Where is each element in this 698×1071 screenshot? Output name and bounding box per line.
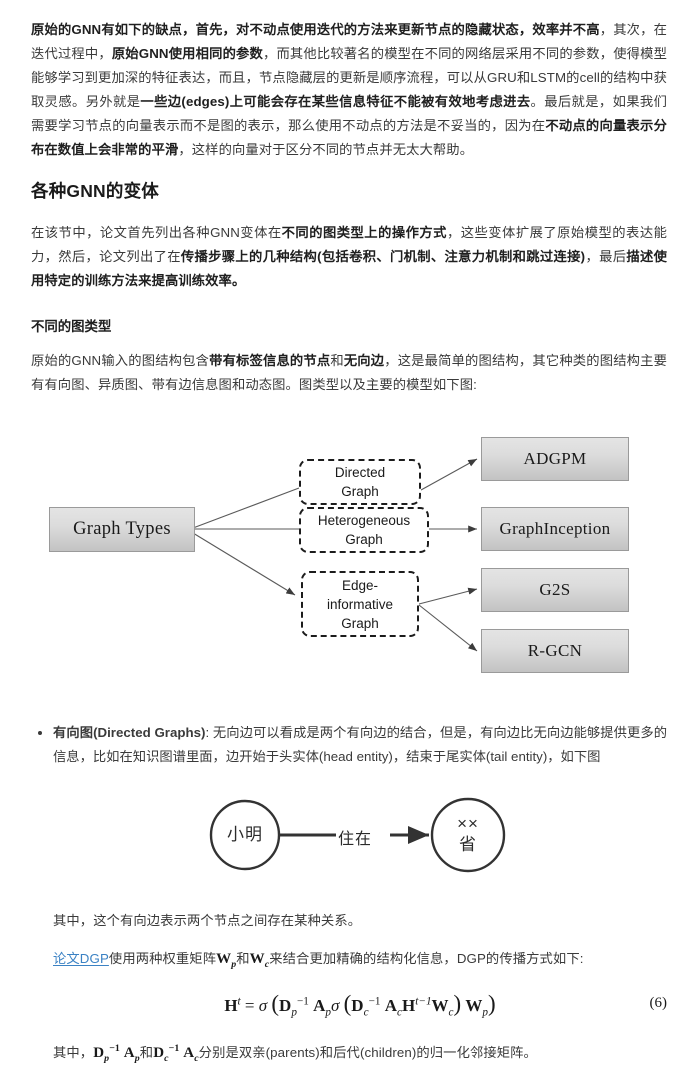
figure-directed-edge-example: 小明 ×× 省 住在: [31, 787, 667, 897]
p1-seg-0: 原始的GNN有如下的缺点，首先，: [31, 22, 237, 37]
directed-graph-line2: Graph: [341, 484, 379, 499]
document-content: 原始的GNN有如下的缺点，首先，对不动点使用迭代的方法来更新节点的隐藏状态，效率…: [0, 0, 698, 1071]
p6-seg-0: 其中，: [53, 1045, 94, 1060]
p1-seg-8: ，这样的向量对于区分不同的节点并无太大帮助。: [178, 142, 474, 157]
p1-seg-1: 对不动点使用迭代的方法来更新节点的隐藏状态，效率并不高: [236, 22, 600, 37]
edge-label-relation: 住在: [338, 831, 373, 848]
section-heading-gnn-variants: 各种GNN的变体: [31, 181, 159, 201]
diagram-node-rgcn-label: R-GCN: [527, 641, 583, 660]
bullet-colon: :: [205, 725, 210, 740]
inline-math-wp: Wp: [216, 951, 237, 970]
paragraph-edge-relation: 其中，这个有向边表示两个节点之间存在某种关系。: [53, 913, 362, 928]
paragraph-graph-structure: 原始的GNN输入的图结构包含带有标签信息的节点和无向边，这是最简单的图结构，其它…: [31, 349, 667, 397]
p3-seg-0: 原始的GNN输入的图结构包含: [31, 353, 210, 368]
p5-seg-0: 使用两种权重矩阵: [108, 951, 217, 966]
paragraph-dgp: 论文DGP使用两种权重矩阵Wp和Wc来结合更加精确的结构化信息，DGP的传播方式…: [53, 947, 667, 977]
equation-row-6: Ht = σ (Dp−1 Apσ (Dc−1 AcHt−1Wc) Wp) (6): [53, 991, 667, 1025]
p3-seg-3: 无向边: [343, 353, 385, 368]
trailing-text-block: 其中，这个有向边表示两个节点之间存在某种关系。 论文DGP使用两种权重矩阵Wp和…: [31, 909, 667, 1071]
diagram-node-graph-types: Graph Types: [49, 507, 195, 552]
p2-seg-1: 不同的图类型上的操作方式: [281, 225, 447, 240]
diagram-node-edge-informative-graph: Edge-informative Graph: [301, 571, 419, 637]
document-page: 原始的GNN有如下的缺点，首先，对不动点使用迭代的方法来更新节点的隐藏状态，效率…: [0, 0, 698, 1064]
p2-seg-3: 传播步骤上的几种结构(包括卷积、门机制、注意力机制和跳过连接): [180, 249, 586, 264]
p5-seg-1: 和: [236, 951, 250, 966]
paragraph-gnn-drawbacks: 原始的GNN有如下的缺点，首先，对不动点使用迭代的方法来更新节点的隐藏状态，效率…: [31, 18, 667, 162]
node-label-source: 小明: [227, 825, 263, 844]
paragraph-normalized-adjacency: 其中，Dp−1 Ap和Dc−1 Ac分别是双亲(parents)和后代(chil…: [53, 1037, 667, 1071]
edge-informative-line3: Graph: [341, 615, 379, 631]
diagram-node-rgcn: R-GCN: [481, 629, 629, 673]
equation-dgp-propagation: Ht = σ (Dp−1 Apσ (Dc−1 AcHt−1Wc) Wp): [224, 991, 496, 1019]
inline-math-dc-ac: Dc−1 Ac: [153, 1043, 199, 1064]
node-label-target-line2: 省: [459, 835, 477, 854]
list-item: 有向图(Directed Graphs): 无向边可以看成是两个有向边的结合，但…: [53, 721, 667, 769]
diagram-node-adgpm: ADGPM: [481, 437, 629, 481]
node-label-target: ×× 省: [438, 813, 498, 855]
link-paper-dgp[interactable]: 论文DGP: [53, 951, 109, 966]
diagram-node-g2s: G2S: [481, 568, 629, 612]
figure-graph-types: Graph Types Directed Graph Heterogeneous G…: [31, 423, 667, 703]
diagram-node-g2s-label: G2S: [539, 580, 571, 599]
p2-seg-4: ，最后: [585, 249, 627, 264]
p6-seg-2: 分别是双亲(parents)和后代(children)的归一化邻接矩阵。: [198, 1045, 537, 1060]
diagram-node-directed-graph: Directed Graph: [299, 459, 421, 505]
diagram-node-graphinception-label: GraphInception: [499, 519, 611, 538]
heterogeneous-graph-line1: Heterogeneous: [317, 513, 411, 528]
p5-seg-2: 来结合更加精确的结构化信息，DGP的传播方式如下:: [269, 951, 584, 966]
p1-seg-5: 一些边(edges)上可能会存在某些信息特征不能被有效地考虑进去: [140, 94, 531, 109]
diagram-node-adgpm-label: ADGPM: [523, 449, 587, 468]
diagram-node-graph-types-label: Graph Types: [73, 519, 171, 539]
bullet-list-graph-types: 有向图(Directed Graphs): 无向边可以看成是两个有向边的结合，但…: [31, 721, 667, 769]
p3-seg-1: 带有标签信息的节点: [209, 353, 331, 368]
node-label-target-line1: ××: [457, 814, 479, 833]
equation-number: (6): [649, 995, 668, 1011]
directed-graph-line1: Directed: [334, 465, 386, 480]
subsection-heading-graph-types: 不同的图类型: [31, 319, 112, 334]
inline-math-wc: Wc: [249, 951, 270, 970]
diagram-node-graphinception: GraphInception: [481, 507, 629, 551]
edge-informative-line1: Edge-: [341, 577, 379, 593]
p3-seg-2: 和: [330, 353, 344, 368]
heterogeneous-graph-line2: Graph: [345, 532, 383, 547]
inline-math-dp-ap: Dp−1 Ap: [93, 1043, 140, 1064]
p6-seg-1: 和: [139, 1045, 154, 1060]
bullet-label-directed-graphs: 有向图(Directed Graphs): [53, 725, 206, 740]
p2-seg-0: 在该节中，论文首先列出各种GNN变体在: [31, 225, 282, 240]
p1-seg-3: 原始GNN使用相同的参数: [111, 46, 263, 61]
paragraph-variants-overview: 在该节中，论文首先列出各种GNN变体在不同的图类型上的操作方式，这些变体扩展了原…: [31, 221, 667, 293]
diagram-node-heterogeneous-graph: Heterogeneous Graph: [299, 507, 429, 553]
edge-informative-line2: informative: [326, 596, 394, 612]
